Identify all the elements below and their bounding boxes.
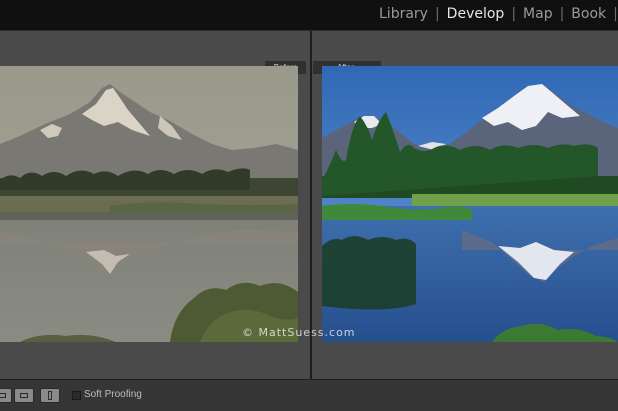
copyright-watermark: © MattSuess.com [242,326,356,339]
before-after-top-bottom-button[interactable] [40,388,60,403]
soft-proofing-checkbox[interactable] [72,391,81,400]
module-map[interactable]: Map [523,6,553,22]
module-separator: | [559,6,565,22]
before-after-top-bottom-icon [48,390,52,400]
module-picker: Library|Develop|Map|Book|Sl [379,6,618,22]
module-book[interactable]: Book [571,6,606,22]
module-library[interactable]: Library [379,6,428,22]
before-photo[interactable] [0,66,298,342]
module-separator: | [511,6,517,22]
view-mode-icon [0,392,6,398]
after-photo[interactable] [322,66,618,342]
module-develop[interactable]: Develop [447,6,505,22]
before-after-left-right-icon [20,392,28,398]
before-after-left-right-button[interactable] [14,388,34,403]
module-separator: | [434,6,440,22]
view-mode-button[interactable] [0,388,12,403]
module-separator: | [613,6,618,22]
module-picker-bar: Library|Develop|Map|Book|Sl [0,0,618,30]
soft-proofing-label[interactable]: Soft Proofing [84,389,142,400]
